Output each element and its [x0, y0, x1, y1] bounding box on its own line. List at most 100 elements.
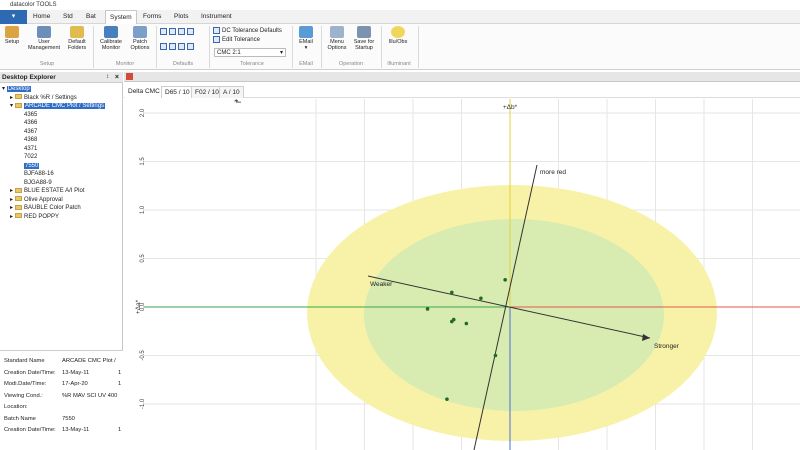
default-3-icon[interactable]: [178, 28, 185, 35]
tolerance-select[interactable]: CMC 2:1 ▾: [214, 48, 286, 57]
expand-icon[interactable]: ▸: [10, 205, 13, 211]
pin-icon[interactable]: ↕: [106, 72, 109, 83]
tab-home[interactable]: Home: [33, 10, 50, 24]
document-tab-strip: [124, 72, 800, 82]
setup-button[interactable]: Setup: [2, 26, 22, 60]
edit-tolerance-button[interactable]: Edit Tolerance: [213, 36, 293, 45]
plot-annotation: more red: [540, 169, 566, 176]
expand-icon[interactable]: ▸: [10, 197, 13, 203]
expand-icon[interactable]: ▸: [10, 214, 13, 220]
plot-annotation: Weaker: [370, 281, 393, 288]
y-tick-label: 0.0: [140, 302, 146, 311]
default-4-icon[interactable]: [187, 28, 194, 35]
expand-icon[interactable]: ▸: [10, 95, 13, 101]
tree-item[interactable]: 4365: [2, 111, 122, 120]
default-5-icon[interactable]: [160, 43, 167, 50]
email-button[interactable]: EMail ▾: [296, 26, 316, 60]
property-name: Creation Date/Time:: [4, 369, 56, 376]
property-value: 13-May-11: [62, 369, 90, 376]
save-for-startup-button[interactable]: Save for Startup: [351, 26, 377, 60]
tab-delta-cmc[interactable]: Delta CMC: [125, 86, 163, 98]
default-1-icon[interactable]: [160, 28, 167, 35]
lightbulb-icon: [391, 26, 405, 38]
expand-icon[interactable]: ▸: [10, 188, 13, 194]
property-value: ARCADE CMC Plot /: [62, 358, 116, 364]
data-point: [450, 290, 454, 295]
y-tick-label: -1.0: [140, 398, 146, 409]
default-8-icon[interactable]: [187, 43, 194, 50]
inner-tolerance-ellipse: [364, 219, 664, 411]
group-separator: [292, 26, 293, 68]
tolerance-group: DC Tolerance Defaults Edit Tolerance: [213, 27, 293, 45]
tree-item[interactable]: 4371: [2, 145, 122, 154]
tab-std[interactable]: Std: [63, 10, 73, 24]
property-name: Location:: [4, 404, 28, 410]
tree-item[interactable]: BJFA88-16: [2, 170, 122, 179]
expand-icon[interactable]: ▾: [10, 103, 13, 109]
data-point: [503, 278, 507, 282]
patch-options-button[interactable]: Patch Options: [127, 26, 153, 60]
dc-tolerance-defaults-button[interactable]: DC Tolerance Defaults: [213, 27, 293, 36]
property-name: Modi.Date/Time:: [4, 381, 47, 387]
group-label-operation: Operation: [338, 61, 364, 67]
tree-item[interactable]: 7022: [2, 153, 122, 162]
data-point: [445, 397, 449, 401]
folder-icon: [15, 94, 23, 100]
tree-folder[interactable]: ▸ BAUBLE Color Patch: [2, 204, 122, 213]
tab-bat[interactable]: Bat: [86, 10, 96, 24]
tab-forms[interactable]: Forms: [143, 10, 161, 24]
group-label-setup: Setup: [39, 61, 55, 67]
y-tick-label: -0.5: [140, 350, 146, 361]
menu-options-button[interactable]: Menu Options: [324, 26, 350, 60]
monitor-icon: [104, 26, 118, 38]
property-row: Standard Name ARCADE CMC Plot /: [4, 356, 122, 368]
close-icon[interactable]: ×: [115, 72, 119, 83]
edit-icon: [213, 36, 220, 43]
tree-folder[interactable]: ▸ RED POPPY: [2, 213, 122, 222]
properties-list: Standard Name ARCADE CMC Plot / Creation D…: [4, 356, 122, 437]
setup-icon: [5, 26, 19, 38]
tree-root-desktop[interactable]: ▾ Desktop: [2, 85, 122, 94]
tree-folder[interactable]: ▸ Olive Approval: [2, 196, 122, 205]
default-7-icon[interactable]: [178, 43, 185, 50]
save-icon: [357, 26, 371, 38]
tab-instrument[interactable]: Instrument: [201, 10, 232, 24]
tree-item[interactable]: BJGA88-9: [2, 179, 122, 188]
tab-plots[interactable]: Plots: [174, 10, 188, 24]
tree-item[interactable]: 4366: [2, 119, 122, 128]
tree-folder[interactable]: ▾ ARCADE CMC Plot / Settings: [2, 102, 122, 111]
folder-icon: [15, 196, 23, 202]
property-value: %R MAV SCI UV 400: [62, 392, 118, 399]
property-value: 17-Apr-20: [62, 381, 88, 387]
tab-d65-10[interactable]: D65 / 10: [161, 86, 194, 98]
folder-icon: [15, 102, 23, 108]
patch-icon: [133, 26, 147, 38]
y-tick-label: 0.5: [140, 254, 146, 263]
property-name: Batch Name: [4, 415, 36, 422]
default-folders-button[interactable]: Default Folders: [64, 26, 90, 60]
calibrate-monitor-button[interactable]: Calibrate Monitor: [96, 26, 126, 60]
tree-item[interactable]: 7550: [2, 162, 122, 171]
default-6-icon[interactable]: [169, 43, 176, 50]
menu-icon: [330, 26, 344, 38]
collapse-icon[interactable]: ▾: [2, 86, 5, 92]
file-menu-button[interactable]: ▾: [0, 10, 27, 24]
illu-obs-button[interactable]: Illu/Obs: [385, 26, 411, 60]
default-2-icon[interactable]: [169, 28, 176, 35]
tab-system[interactable]: System: [105, 10, 137, 25]
close-document-icon[interactable]: [126, 73, 133, 80]
property-name: Standard Name: [4, 358, 45, 364]
property-name: Creation Date/Time:: [4, 427, 56, 433]
user-management-button[interactable]: User Management: [24, 26, 64, 60]
tree-item[interactable]: 4368: [2, 136, 122, 145]
group-separator: [209, 26, 210, 68]
property-row: Creation Date/Time: 13-May-11 1: [4, 425, 122, 437]
tree-folder[interactable]: ▸ Black %R / Settings: [2, 94, 122, 103]
chevron-down-icon: ▾: [304, 45, 308, 51]
property-extra: 1: [118, 369, 122, 376]
users-icon: [37, 26, 51, 38]
tree-item[interactable]: 4367: [2, 128, 122, 137]
chevron-down-icon: ▾: [279, 50, 283, 56]
property-row: Viewing Cond.: %R MAV SCI UV 400: [4, 391, 122, 403]
tree-folder[interactable]: ▸ BLUE ESTATE A/I Plot: [2, 187, 122, 196]
